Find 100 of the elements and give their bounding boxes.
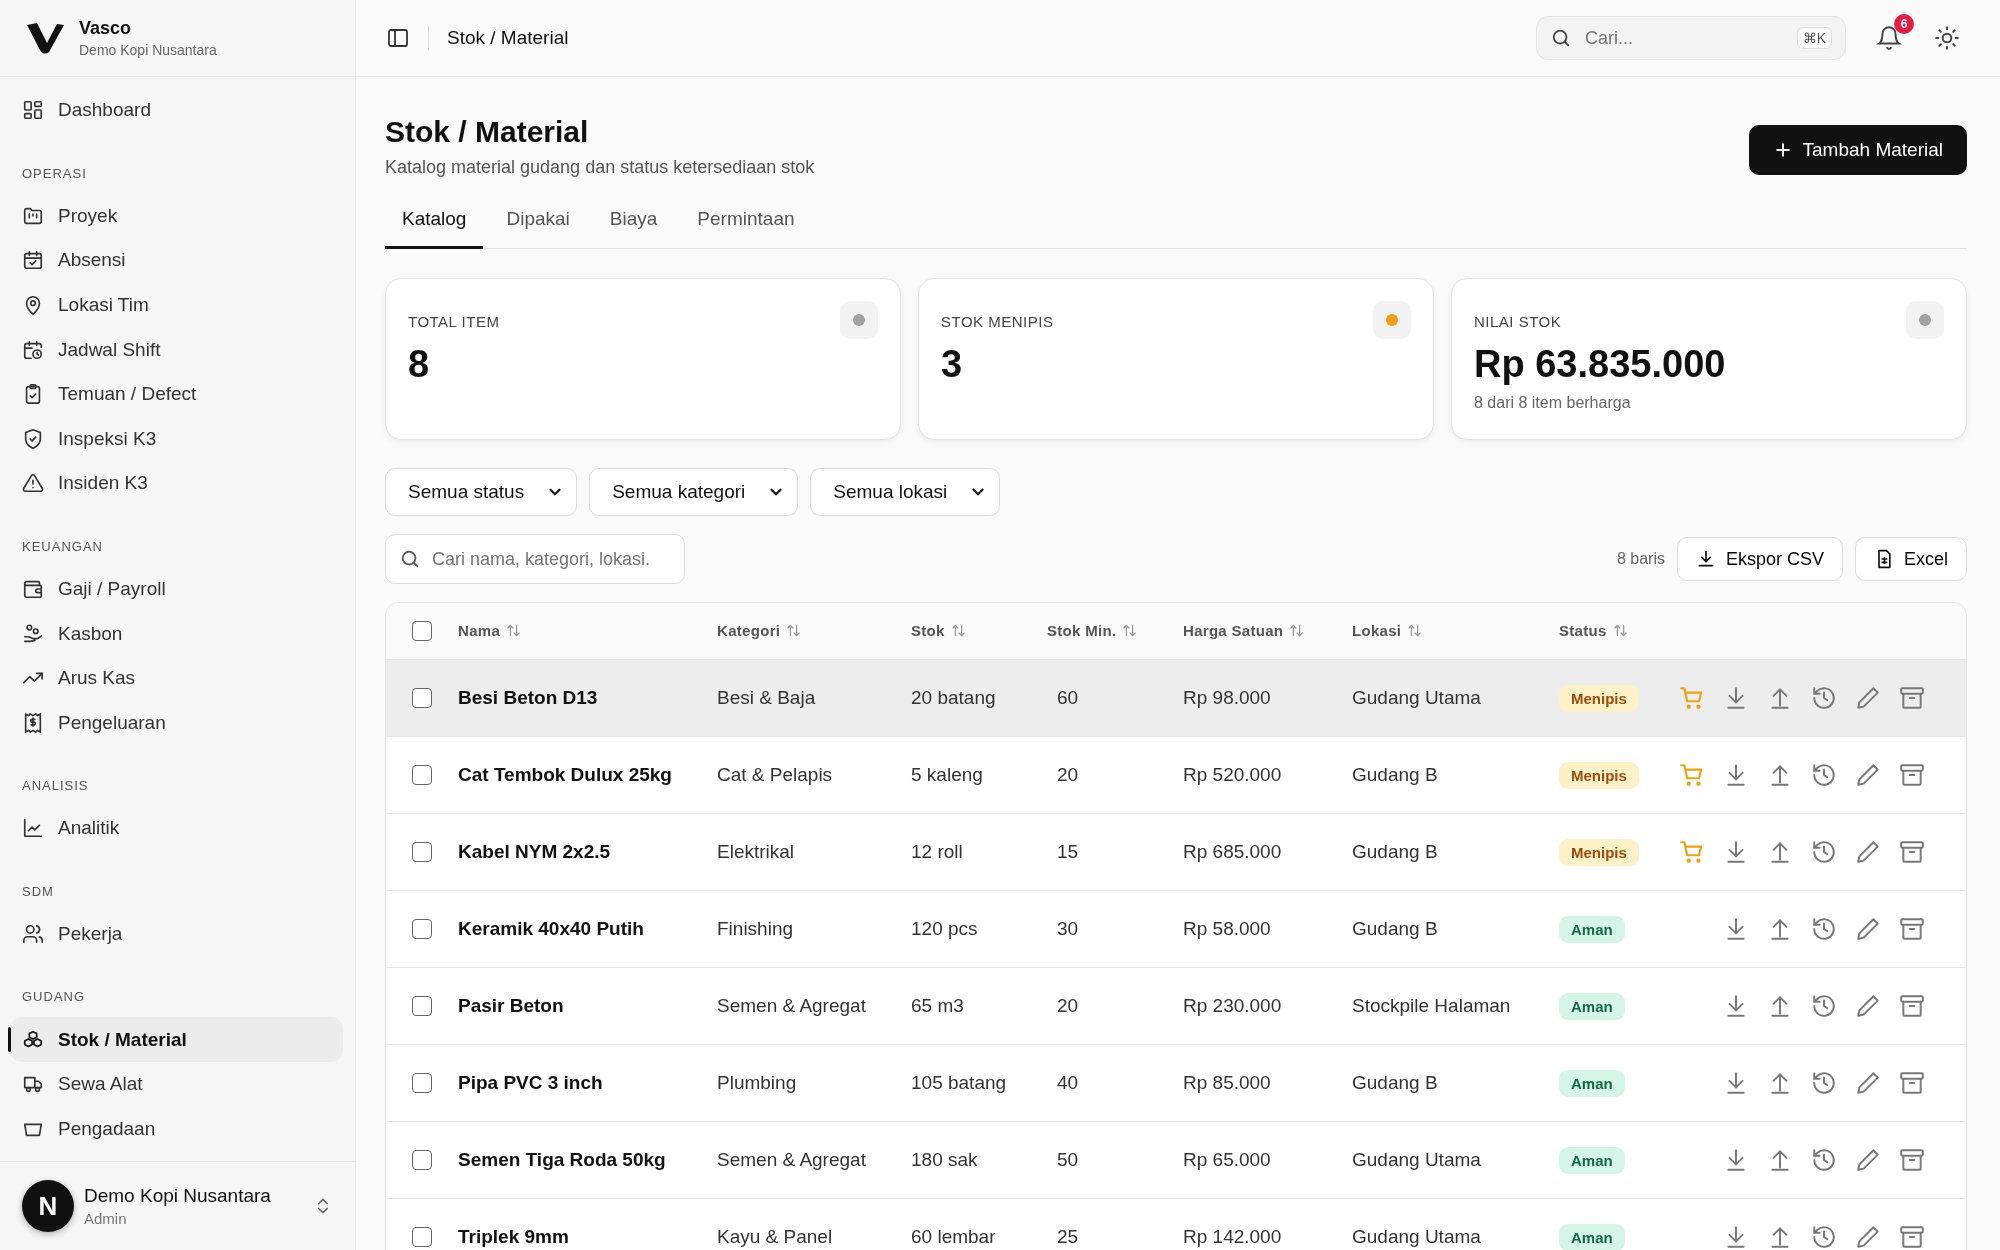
pencil-icon[interactable] bbox=[1855, 1147, 1881, 1173]
column-header[interactable]: Lokasi bbox=[1352, 622, 1423, 639]
row-checkbox[interactable] bbox=[412, 842, 432, 862]
bell-icon[interactable] bbox=[1876, 25, 1902, 51]
sidebar-item[interactable]: Stok / Material bbox=[10, 1017, 343, 1062]
history-icon[interactable] bbox=[1811, 1070, 1837, 1096]
sidebar-item[interactable]: Absensi bbox=[10, 238, 343, 283]
shield-check-icon bbox=[22, 427, 44, 450]
search-icon bbox=[1550, 27, 1572, 49]
table-cell-text: 20 bbox=[1056, 995, 1080, 1017]
sidebar-item[interactable]: Pengadaan bbox=[10, 1106, 343, 1152]
table-cell-text: 180 sak bbox=[911, 1149, 979, 1171]
table-row[interactable]: Pipa PVC 3 inch Plumbing 105 batang 40 Rp 85.000 Gudang B Aman bbox=[386, 1044, 1966, 1121]
column-header[interactable]: Nama bbox=[458, 622, 522, 639]
row-checkbox[interactable] bbox=[412, 1227, 432, 1247]
filter-dropdown[interactable]: Semua lokasi bbox=[810, 468, 1001, 516]
column-header[interactable]: Stok Min. bbox=[1047, 622, 1138, 639]
stat-value: 3 bbox=[941, 343, 964, 386]
table-search-field[interactable]: Cari nama, kategori, lokasi. bbox=[385, 534, 685, 584]
sidebar-item[interactable]: Arus Kas bbox=[10, 655, 343, 701]
shortcut-hint: ⌘K bbox=[1796, 27, 1832, 49]
column-header[interactable]: Kategori bbox=[717, 622, 802, 639]
sidebar-toggle-icon[interactable] bbox=[386, 26, 410, 50]
row-checkbox[interactable] bbox=[412, 919, 432, 939]
sidebar-item[interactable]: Inspeksi K3 bbox=[10, 416, 343, 462]
table-cell-text: 60 lembar bbox=[911, 1226, 997, 1248]
sidebar-item[interactable]: Temuan / Defect bbox=[10, 371, 343, 417]
archive-icon[interactable] bbox=[1899, 685, 1925, 711]
history-icon[interactable] bbox=[1811, 762, 1837, 788]
pencil-icon[interactable] bbox=[1855, 1070, 1881, 1096]
history-icon[interactable] bbox=[1811, 685, 1837, 711]
column-header[interactable]: Stok bbox=[911, 622, 966, 639]
row-checkbox[interactable] bbox=[412, 765, 432, 785]
tab[interactable]: Katalog bbox=[385, 200, 484, 249]
history-icon[interactable] bbox=[1811, 1147, 1837, 1173]
sidebar-item[interactable]: Jadwal Shift bbox=[10, 327, 343, 372]
table-row[interactable]: Semen Tiga Roda 50kg Semen & Agregat 180 sak 50 Rp 65.000 Gudang Utama Aman bbox=[386, 1121, 1966, 1198]
tab[interactable]: Dipakai bbox=[489, 200, 587, 249]
add-material-button[interactable]: Tambah Material bbox=[1748, 125, 1967, 175]
history-icon[interactable] bbox=[1811, 916, 1837, 942]
column-header[interactable]: Status bbox=[1559, 622, 1628, 639]
users-icon bbox=[22, 923, 44, 945]
archive-icon[interactable] bbox=[1899, 1147, 1925, 1173]
select-all-checkbox[interactable] bbox=[412, 621, 432, 641]
table-cell-text: Gudang Utama bbox=[1352, 1149, 1482, 1171]
filter-dropdown[interactable]: Semua kategori bbox=[589, 468, 799, 516]
sort-icon bbox=[950, 623, 966, 638]
pencil-icon[interactable] bbox=[1855, 1224, 1881, 1250]
table-row[interactable]: Kabel NYM 2x2.5 Elektrikal 12 roll 15 Rp 685.000 Gudang B Menipis bbox=[386, 813, 1966, 890]
table-row[interactable]: Besi Beton D13 Besi & Baja 20 batang 60 Rp 98.000 Gudang Utama Menipis bbox=[386, 659, 1966, 736]
history-icon[interactable] bbox=[1811, 993, 1837, 1019]
sidebar-item[interactable]: Gaji / Payroll bbox=[10, 566, 343, 612]
pencil-icon[interactable] bbox=[1855, 916, 1881, 942]
sidebar-item[interactable]: Lokasi Tim bbox=[10, 282, 343, 328]
table-row[interactable]: Cat Tembok Dulux 25kg Cat & Pelapis 5 kaleng 20 Rp 520.000 Gudang B Menipis bbox=[386, 736, 1966, 813]
sidebar-item[interactable]: Dashboard bbox=[10, 88, 343, 133]
breadcrumb: Stok / Material bbox=[447, 27, 569, 49]
sidebar-item[interactable]: Proyek bbox=[10, 193, 343, 239]
search-icon bbox=[399, 548, 421, 570]
archive-icon[interactable] bbox=[1899, 1070, 1925, 1096]
pencil-icon[interactable] bbox=[1855, 762, 1881, 788]
sidebar-item[interactable]: Pengeluaran bbox=[10, 700, 343, 746]
history-icon[interactable] bbox=[1811, 1224, 1837, 1250]
column-header[interactable]: Harga Satuan bbox=[1183, 622, 1305, 639]
section-heading: SDM bbox=[21, 882, 55, 901]
calendar-clock-icon bbox=[22, 338, 44, 361]
archive-icon[interactable] bbox=[1899, 916, 1925, 942]
tab[interactable]: Biaya bbox=[592, 200, 675, 249]
table-row[interactable]: Keramik 40x40 Putih Finishing 120 pcs 30 Rp 58.000 Gudang B Aman bbox=[386, 890, 1966, 967]
table-row[interactable]: Triplek 9mm Kayu & Panel 60 lembar 25 Rp 142.000 Gudang Utama Aman bbox=[386, 1198, 1966, 1250]
sun-icon[interactable] bbox=[1934, 25, 1960, 51]
filter-dropdown[interactable]: Semua status bbox=[385, 468, 578, 516]
archive-icon[interactable] bbox=[1899, 993, 1925, 1019]
archive-icon[interactable] bbox=[1899, 839, 1925, 865]
row-checkbox[interactable] bbox=[412, 688, 432, 708]
sidebar-item[interactable]: Pekerja bbox=[10, 911, 343, 957]
table-cell-text: 65 m3 bbox=[911, 995, 965, 1017]
archive-icon[interactable] bbox=[1899, 1224, 1925, 1250]
sidebar-item[interactable]: Insiden K3 bbox=[10, 461, 343, 506]
table-row[interactable]: Pasir Beton Semen & Agregat 65 m3 20 Rp 230.000 Stockpile Halaman Aman bbox=[386, 967, 1966, 1044]
section-heading: OPERASI bbox=[21, 164, 88, 183]
receipt-icon bbox=[22, 711, 44, 734]
history-icon[interactable] bbox=[1811, 839, 1837, 865]
sidebar-item[interactable]: Sewa Alat bbox=[10, 1061, 343, 1107]
table-cell-text: Semen & Agregat bbox=[717, 995, 867, 1017]
export-button[interactable]: Ekspor CSV bbox=[1676, 537, 1843, 581]
sidebar-item[interactable]: Kasbon bbox=[10, 611, 343, 656]
sort-icon bbox=[1122, 623, 1138, 638]
pencil-icon[interactable] bbox=[1855, 685, 1881, 711]
row-checkbox[interactable] bbox=[412, 1150, 432, 1170]
archive-icon[interactable] bbox=[1899, 762, 1925, 788]
pencil-icon[interactable] bbox=[1855, 993, 1881, 1019]
table-cell-text: Plumbing bbox=[717, 1072, 798, 1094]
sidebar-item[interactable]: Analitik bbox=[10, 806, 343, 851]
pencil-icon[interactable] bbox=[1855, 839, 1881, 865]
row-checkbox[interactable] bbox=[412, 996, 432, 1016]
export-button[interactable]: Excel bbox=[1855, 537, 1967, 581]
row-checkbox[interactable] bbox=[412, 1073, 432, 1093]
table-cell-text: Gudang B bbox=[1352, 841, 1439, 863]
tab[interactable]: Permintaan bbox=[680, 200, 812, 249]
